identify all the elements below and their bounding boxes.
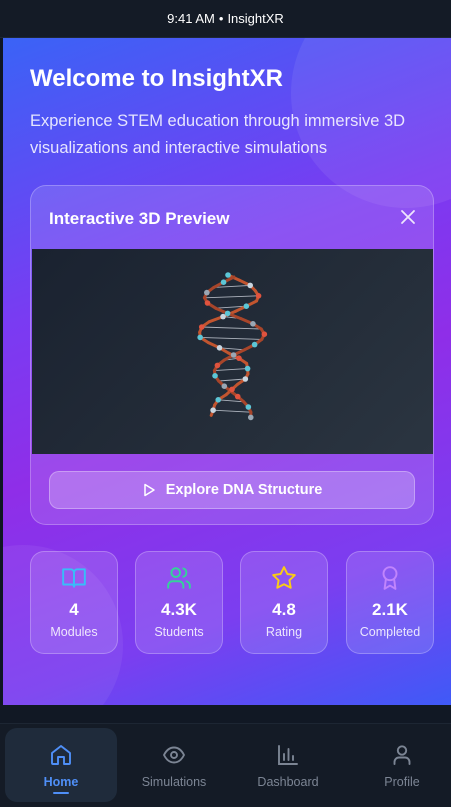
atom [216,345,223,351]
base-pair-rung [201,326,262,330]
nav-label: Home [43,775,79,789]
status-time: 9:41 AM [167,11,215,26]
status-bar: 9:41 AM • InsightXR [0,0,451,38]
bottom-nav: Home Simulations Dashboard Profile [0,723,451,807]
atom [261,331,268,337]
stat-value: 2.1K [372,600,408,619]
base-pair-rung [212,409,252,413]
users-icon [136,565,222,591]
atom [247,414,254,421]
eye-icon [118,743,230,767]
nav-label: Profile [384,775,420,789]
atom [234,393,241,400]
base-pair-rung [203,295,260,299]
atom [215,397,222,403]
atom [242,376,249,382]
stat-card-completed[interactable]: 2.1K Completed [346,551,434,654]
stats-grid: 4 Modules 4.3K Students 4.8 Rating 2.1K … [30,551,434,654]
atom [224,310,231,317]
base-pair-rung [199,336,263,340]
atom [214,362,221,369]
atom [236,355,242,361]
atom [220,279,227,285]
page-title: Welcome to InsightXR [30,65,283,92]
active-indicator [53,792,69,794]
atom [197,334,203,341]
nav-item-home[interactable]: Home [5,728,117,802]
award-icon [347,565,433,591]
nav-label: Simulations [141,775,207,789]
status-app-name: InsightXR [227,11,284,26]
dna-helix-model[interactable] [32,249,434,454]
stat-value: 4.8 [272,600,296,619]
stat-card-rating[interactable]: 4.8 Rating [240,551,328,654]
atom [251,341,258,348]
atom [250,321,256,327]
nav-item-simulations[interactable]: Simulations [118,728,230,802]
atom [210,407,216,413]
preview-title: Interactive 3D Preview [49,209,230,228]
stat-card-students[interactable]: 4.3K Students [135,551,223,654]
stat-card-modules[interactable]: 4 Modules [30,551,118,654]
atom [221,383,228,389]
preview-card: Interactive 3D Preview Explore DNA Struc… [30,185,434,525]
base-pair-rung [213,368,249,372]
atom [243,303,250,309]
atom [245,404,252,410]
explore-button-label: Explore DNA Structure [165,482,323,498]
atom [244,365,251,372]
atom [229,386,235,393]
book-icon [31,565,117,591]
close-button[interactable] [397,206,419,228]
atom [198,324,205,330]
star-icon [241,565,327,591]
explore-dna-button[interactable]: Explore DNA Structure [49,471,415,509]
close-icon [401,210,415,224]
user-icon [346,743,451,767]
nav-item-profile[interactable]: Profile [346,728,451,802]
stat-label: Completed [359,625,421,639]
hero-section: Welcome to InsightXR Experience STEM edu… [3,38,451,705]
play-icon [142,483,156,497]
home-icon [5,743,117,767]
3d-viewer[interactable] [32,249,434,454]
stat-label: Modules [50,625,98,639]
atom [247,282,253,289]
bar-chart-icon [232,743,344,767]
atom [255,293,262,299]
status-separator: • [218,11,224,26]
atom [225,272,231,278]
atom [220,313,226,320]
stat-value: 4.3K [161,600,197,619]
stat-label: Students [154,625,204,639]
atom [204,300,211,306]
nav-spacer [0,705,451,723]
page-description: Experience STEM education through immers… [30,112,406,157]
atom [212,373,218,379]
nav-label: Dashboard [257,775,319,789]
nav-item-dashboard[interactable]: Dashboard [232,728,344,802]
atom [204,289,210,296]
stat-label: Rating [265,625,303,639]
atom [230,352,237,358]
stat-value: 4 [69,600,79,619]
